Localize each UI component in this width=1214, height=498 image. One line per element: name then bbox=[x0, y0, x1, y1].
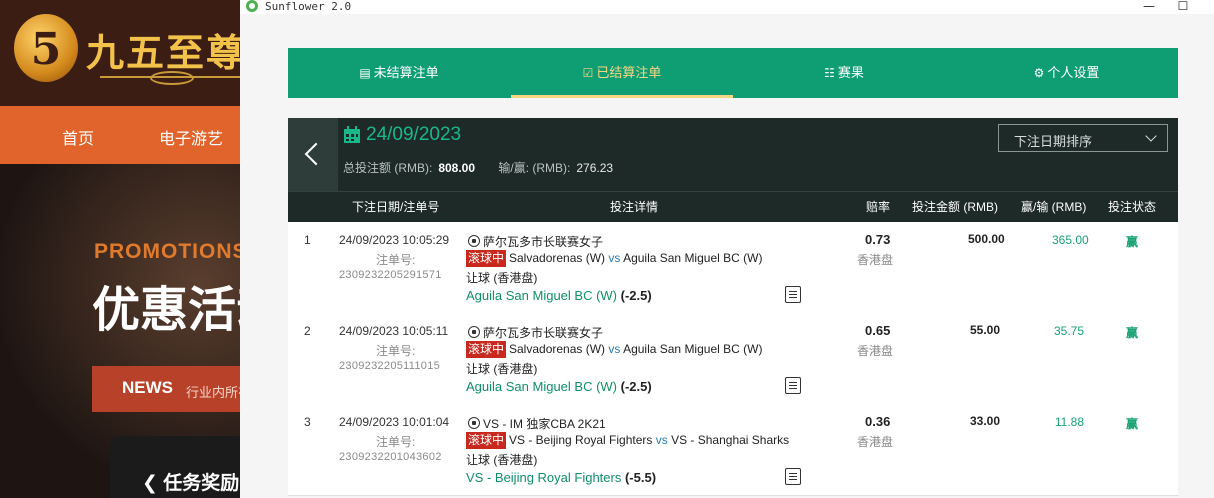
league-name: VS - IM 独家CBA 2K21 bbox=[468, 415, 606, 432]
stake-amount: 55.00 bbox=[969, 323, 1000, 337]
results-icon: ☷ bbox=[824, 66, 835, 80]
totals-line: 总投注额 (RMB): 808.00 输/赢: (RMB): 276.23 bbox=[343, 159, 613, 176]
sort-dropdown-value: 下注日期排序 bbox=[1014, 134, 1093, 149]
row-number: 3 bbox=[304, 415, 311, 429]
app-window: Sunflower 2.0 — ☐ ▤ 未结算注单 ☑ 已结算注单 ☷ 赛果 ⚙ 个人设… bbox=[240, 0, 1214, 498]
title-bar: Sunflower 2.0 — ☐ bbox=[240, 0, 1214, 14]
live-badge: 滚球中 bbox=[466, 432, 507, 449]
ticket-number: 2309232205291571 bbox=[339, 269, 442, 281]
match-teams: Salvadorenas (W) vs Aguila San Miguel BC… bbox=[509, 342, 763, 356]
market-type: 让球 (香港盘) bbox=[466, 271, 538, 285]
clipboard-icon: ▤ bbox=[359, 66, 371, 80]
bg-nav-home[interactable]: 首页 bbox=[62, 125, 94, 149]
back-button[interactable] bbox=[288, 118, 338, 191]
bg-nav-games[interactable]: 电子游艺 bbox=[159, 125, 223, 149]
ticket-label: 注单号: bbox=[376, 344, 416, 358]
bet-status: 赢 bbox=[1126, 417, 1139, 431]
stake-amount: 33.00 bbox=[969, 414, 1000, 428]
table-row: 1 24/09/2023 10:05:29 注单号: 2309232205291… bbox=[288, 222, 1178, 314]
bg-promo-en: PROMOTIONS bbox=[94, 240, 240, 263]
total-stake-label: 总投注额 (RMB): bbox=[343, 161, 433, 175]
header-winloss: 赢/输 (RMB) bbox=[1021, 200, 1087, 214]
tab-unsettled-bets[interactable]: ▤ 未结算注单 bbox=[288, 48, 510, 98]
odds-value: 0.73 bbox=[865, 232, 891, 247]
odds-value: 0.65 bbox=[865, 323, 891, 338]
header-status: 投注状态 bbox=[1108, 200, 1157, 214]
tab-settled-bets[interactable]: ☑ 已结算注单 bbox=[511, 48, 733, 98]
bg-logo-icon: 5 bbox=[14, 14, 78, 82]
market-type: 让球 (香港盘) bbox=[466, 362, 538, 376]
maximize-button[interactable]: ☐ bbox=[1172, 0, 1194, 13]
tab-bar: ▤ 未结算注单 ☑ 已结算注单 ☷ 赛果 ⚙ 个人设置 bbox=[288, 48, 1178, 98]
background-website: 5 九五至尊 首页 电子游艺 PROMOTIONS 优惠活动 NEWS 行业内所… bbox=[0, 0, 240, 498]
window-title: Sunflower 2.0 bbox=[265, 0, 352, 13]
bg-promo-cn: 优惠活动 bbox=[92, 284, 240, 337]
win-loss-amount: 365.00 bbox=[1052, 233, 1089, 247]
bet-selection: Aguila San Miguel BC (W) (-2.5) bbox=[466, 379, 652, 394]
header-stake: 投注金额 (RMB) bbox=[912, 200, 998, 214]
live-badge: 滚球中 bbox=[466, 341, 507, 358]
win-loss-label: 输/赢: (RMB): bbox=[498, 161, 571, 175]
receipt-icon[interactable] bbox=[785, 468, 801, 485]
match-teams: VS - Beijing Royal Fighters vs VS - Shan… bbox=[509, 433, 790, 447]
bet-selection: VS - Beijing Royal Fighters (-5.5) bbox=[466, 470, 657, 485]
selected-date: 24/09/2023 bbox=[366, 124, 462, 145]
row-number: 1 bbox=[304, 233, 311, 247]
odds-type: 香港盘 bbox=[857, 344, 894, 358]
win-loss-value: 276.23 bbox=[576, 161, 614, 175]
bet-selection: Aguila San Miguel BC (W) (-2.5) bbox=[466, 288, 652, 303]
sport-ball-icon bbox=[468, 417, 480, 429]
header-odds: 赔率 bbox=[866, 200, 891, 214]
clipboard-check-icon: ☑ bbox=[582, 66, 594, 80]
league-name: 萨尔瓦多市长联赛女子 bbox=[468, 233, 603, 250]
bg-task-button[interactable]: ❮ 任务奖励 bbox=[142, 468, 239, 495]
minimize-button[interactable]: — bbox=[1138, 0, 1160, 13]
league-name: 萨尔瓦多市长联赛女子 bbox=[468, 324, 603, 341]
bg-news-title: NEWS bbox=[122, 378, 173, 397]
bg-logo-text: 九五至尊 bbox=[86, 30, 240, 75]
tab-personal-settings[interactable]: ⚙ 个人设置 bbox=[955, 48, 1178, 98]
sort-dropdown[interactable]: 下注日期排序 bbox=[998, 124, 1168, 152]
match-teams: Salvadorenas (W) vs Aguila San Miguel BC… bbox=[509, 251, 763, 265]
market-type: 让球 (香港盘) bbox=[466, 453, 538, 467]
ticket-number: 2309232201043602 bbox=[339, 451, 442, 463]
bet-datetime: 24/09/2023 10:05:29 bbox=[339, 233, 450, 247]
bet-datetime: 24/09/2023 10:05:11 bbox=[339, 324, 449, 338]
bet-datetime: 24/09/2023 10:01:04 bbox=[339, 415, 450, 429]
odds-type: 香港盘 bbox=[857, 253, 894, 267]
gear-icon: ⚙ bbox=[1033, 66, 1045, 80]
total-stake-value: 808.00 bbox=[438, 161, 476, 175]
header-date: 下注日期/注单号 bbox=[352, 200, 440, 214]
table-header: 下注日期/注单号 投注详情 赔率 投注金额 (RMB) 赢/输 (RMB) 投注… bbox=[288, 191, 1178, 222]
receipt-icon[interactable] bbox=[785, 377, 801, 394]
tab-results[interactable]: ☷ 赛果 bbox=[733, 48, 955, 98]
ticket-label: 注单号: bbox=[376, 435, 416, 449]
summary-bar: 24/09/2023 总投注额 (RMB): 808.00 输/赢: (RMB):… bbox=[288, 118, 1178, 191]
calendar-icon bbox=[344, 126, 360, 143]
row-number: 2 bbox=[304, 324, 311, 338]
bg-logo-ornament-loop bbox=[150, 71, 194, 85]
ticket-number: 2309232205111015 bbox=[339, 360, 441, 372]
bet-status: 赢 bbox=[1126, 326, 1139, 340]
live-badge: 滚球中 bbox=[466, 250, 507, 267]
receipt-icon[interactable] bbox=[785, 286, 801, 303]
sport-ball-icon bbox=[468, 326, 480, 338]
bg-news-sub: 行业内所有 bbox=[186, 385, 240, 400]
sunflower-app-icon bbox=[246, 0, 258, 12]
bet-status: 赢 bbox=[1126, 235, 1139, 249]
win-loss-amount: 11.88 bbox=[1054, 415, 1084, 429]
odds-type: 香港盘 bbox=[857, 435, 894, 449]
table-row: 2 24/09/2023 10:05:11 注单号: 2309232205111… bbox=[288, 313, 1178, 405]
stake-amount: 500.00 bbox=[968, 232, 1005, 246]
bg-nav-bar: 首页 电子游艺 bbox=[0, 106, 240, 164]
odds-value: 0.36 bbox=[865, 414, 891, 429]
chevron-down-icon bbox=[1145, 130, 1157, 142]
win-loss-amount: 35.75 bbox=[1053, 324, 1084, 338]
sport-ball-icon bbox=[468, 235, 480, 247]
header-details: 投注详情 bbox=[610, 200, 659, 214]
ticket-label: 注单号: bbox=[376, 253, 416, 267]
table-row: 3 24/09/2023 10:01:04 注单号: 2309232201043… bbox=[288, 404, 1178, 496]
